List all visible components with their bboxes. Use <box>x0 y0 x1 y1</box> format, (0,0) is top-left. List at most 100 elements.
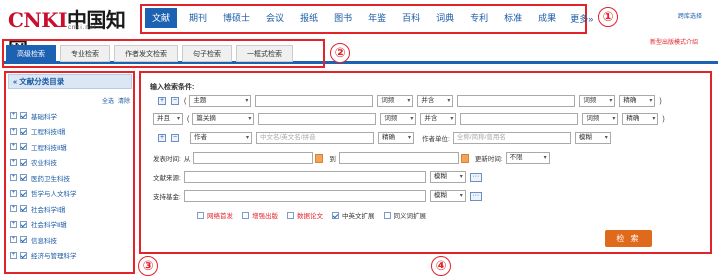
category-item[interactable]: + 哲学与人文科学 <box>10 186 132 202</box>
nav-item-huiyi[interactable]: 会议 <box>264 8 286 28</box>
source-match-select[interactable]: 模糊 <box>429 171 466 183</box>
category-item[interactable]: + 信息科技 <box>10 232 132 248</box>
nav-item-tushu[interactable]: 图书 <box>332 8 354 28</box>
tab-professional-search[interactable]: 专业检索 <box>60 45 110 62</box>
category-checkbox[interactable] <box>20 189 27 197</box>
category-checkbox[interactable] <box>20 112 27 120</box>
match-select[interactable]: 精确 <box>619 95 656 107</box>
expand-icon[interactable]: + <box>10 112 17 120</box>
tab-simple-search[interactable]: 一框式检索 <box>236 45 293 62</box>
clear-link[interactable]: 清除 <box>118 99 130 105</box>
option-cn-en-extend[interactable]: 中英文扩展 <box>332 210 375 220</box>
new-publishing-link[interactable]: 新型出版模式介绍 <box>650 37 698 46</box>
keyword-input-3[interactable] <box>258 113 377 125</box>
freq-select[interactable]: 词频 <box>380 113 417 125</box>
keyword-input-1[interactable] <box>255 95 374 107</box>
option-online-first[interactable]: 网络首发 <box>197 210 233 220</box>
cross-database-link[interactable]: 跨库选择 <box>678 11 702 20</box>
option-checkbox[interactable] <box>332 211 339 219</box>
remove-row-icon[interactable]: − <box>171 97 179 105</box>
category-checkbox[interactable] <box>20 174 27 182</box>
author-field-select[interactable]: 作者 <box>190 132 252 144</box>
category-item[interactable]: + 工程科技Ⅱ辑 <box>10 139 132 155</box>
field-select[interactable]: 篇关摘 <box>192 113 255 125</box>
expand-icon[interactable]: + <box>10 251 17 259</box>
nav-item-baike[interactable]: 百科 <box>400 8 422 28</box>
category-item[interactable]: + 农业科技 <box>10 155 132 171</box>
expand-icon[interactable]: + <box>10 220 17 228</box>
category-item[interactable]: + 经济与管理科学 <box>10 248 132 264</box>
source-more-button[interactable]: ··· <box>469 172 482 182</box>
nav-item-wenxian[interactable]: 文献 <box>145 8 178 28</box>
author-input[interactable]: 中文名/英文名/拼音 <box>256 132 374 144</box>
fund-input[interactable] <box>183 190 426 202</box>
nav-item-boshuoshi[interactable]: 博硕士 <box>221 8 252 28</box>
search-button[interactable]: 检 索 <box>605 230 652 247</box>
calendar-icon[interactable] <box>460 153 469 163</box>
option-enhanced[interactable]: 增强出版 <box>242 210 278 220</box>
category-checkbox[interactable] <box>20 205 27 213</box>
bool-operator-select[interactable]: 并且 <box>153 113 183 125</box>
logic-select[interactable]: 并含 <box>417 95 454 107</box>
option-data-paper[interactable]: 数据论文 <box>287 210 323 220</box>
category-checkbox[interactable] <box>20 220 27 228</box>
freq-select[interactable]: 词频 <box>377 95 414 107</box>
tab-advanced-search[interactable]: 高级检索 <box>6 45 56 62</box>
match-select[interactable]: 精确 <box>622 113 659 125</box>
update-time-select[interactable]: 不限 <box>505 152 550 164</box>
calendar-icon[interactable] <box>315 153 324 163</box>
category-item[interactable]: + 工程科技Ⅰ辑 <box>10 124 132 140</box>
remove-author-icon[interactable]: − <box>171 134 179 142</box>
option-checkbox[interactable] <box>383 211 391 219</box>
expand-icon[interactable]: + <box>10 143 17 151</box>
add-row-icon[interactable]: + <box>158 97 166 105</box>
expand-icon[interactable]: + <box>10 205 17 213</box>
option-checkbox[interactable] <box>242 211 249 219</box>
nav-item-chengguo[interactable]: 成果 <box>536 8 558 28</box>
author-unit-input[interactable]: 全称/简称/曾用名 <box>452 132 571 144</box>
nav-item-zhuanli[interactable]: 专利 <box>468 8 490 28</box>
cnki-logo[interactable]: CNKI中国知网 cnki.net <box>8 4 138 61</box>
category-checkbox[interactable] <box>20 143 27 151</box>
expand-icon[interactable]: + <box>10 127 17 135</box>
category-item[interactable]: + 基础科学 <box>10 108 132 124</box>
expand-icon[interactable]: + <box>10 174 17 182</box>
date-from-input[interactable] <box>193 152 314 164</box>
category-item[interactable]: + 医药卫生科技 <box>10 170 132 186</box>
field-select[interactable]: 主题 <box>189 95 252 107</box>
freq2-select[interactable]: 词频 <box>579 95 616 107</box>
tab-sentence-search[interactable]: 句子检索 <box>182 45 232 62</box>
add-author-icon[interactable]: + <box>158 134 166 142</box>
nav-item-nianjian[interactable]: 年鉴 <box>366 8 388 28</box>
keyword-input-2[interactable] <box>457 95 576 107</box>
fund-more-button[interactable]: ··· <box>469 191 482 201</box>
fund-match-select[interactable]: 模糊 <box>429 190 466 202</box>
category-checkbox[interactable] <box>20 127 27 135</box>
option-checkbox[interactable] <box>197 211 204 219</box>
nav-item-baozhi[interactable]: 报纸 <box>298 8 320 28</box>
date-to-input[interactable] <box>338 152 459 164</box>
category-checkbox[interactable] <box>20 236 27 244</box>
tab-author-search[interactable]: 作者发文检索 <box>114 45 178 62</box>
expand-icon[interactable]: + <box>10 236 17 244</box>
select-all-link[interactable]: 全选 <box>102 99 114 105</box>
option-checkbox[interactable] <box>287 211 294 219</box>
nav-item-qikan[interactable]: 期刊 <box>187 8 209 28</box>
keyword-input-4[interactable] <box>460 113 579 125</box>
category-item[interactable]: + 社会科学Ⅰ辑 <box>10 201 132 217</box>
category-checkbox[interactable] <box>20 158 27 166</box>
logic-select[interactable]: 并含 <box>420 113 457 125</box>
source-input[interactable] <box>183 171 426 183</box>
unit-match-select[interactable]: 模糊 <box>574 132 611 144</box>
expand-icon[interactable]: + <box>10 189 17 197</box>
author-match-select[interactable]: 精确 <box>378 132 414 144</box>
freq2-select[interactable]: 词频 <box>582 113 619 125</box>
category-item[interactable]: + 社会科学Ⅱ辑 <box>10 217 132 233</box>
category-checkbox[interactable] <box>20 251 27 259</box>
nav-item-cidian[interactable]: 词典 <box>434 8 456 28</box>
category-tree-title[interactable]: « 文献分类目录 <box>8 74 132 89</box>
nav-item-biaozhun[interactable]: 标准 <box>502 8 524 28</box>
expand-icon[interactable]: + <box>10 158 17 166</box>
option-synonym-extend[interactable]: 同义词扩展 <box>383 210 426 220</box>
nav-more-link[interactable]: 更多» <box>570 12 593 25</box>
